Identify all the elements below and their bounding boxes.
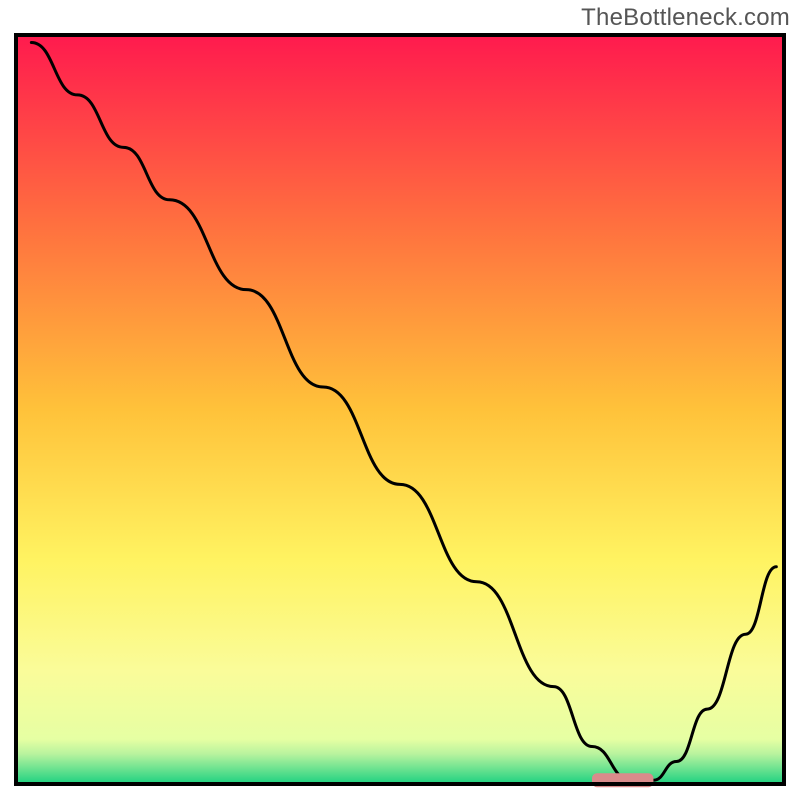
chart-svg: [0, 0, 800, 800]
plot-area: [16, 35, 784, 787]
bottleneck-chart: TheBottleneck.com: [0, 0, 800, 800]
gradient-background: [16, 35, 784, 784]
